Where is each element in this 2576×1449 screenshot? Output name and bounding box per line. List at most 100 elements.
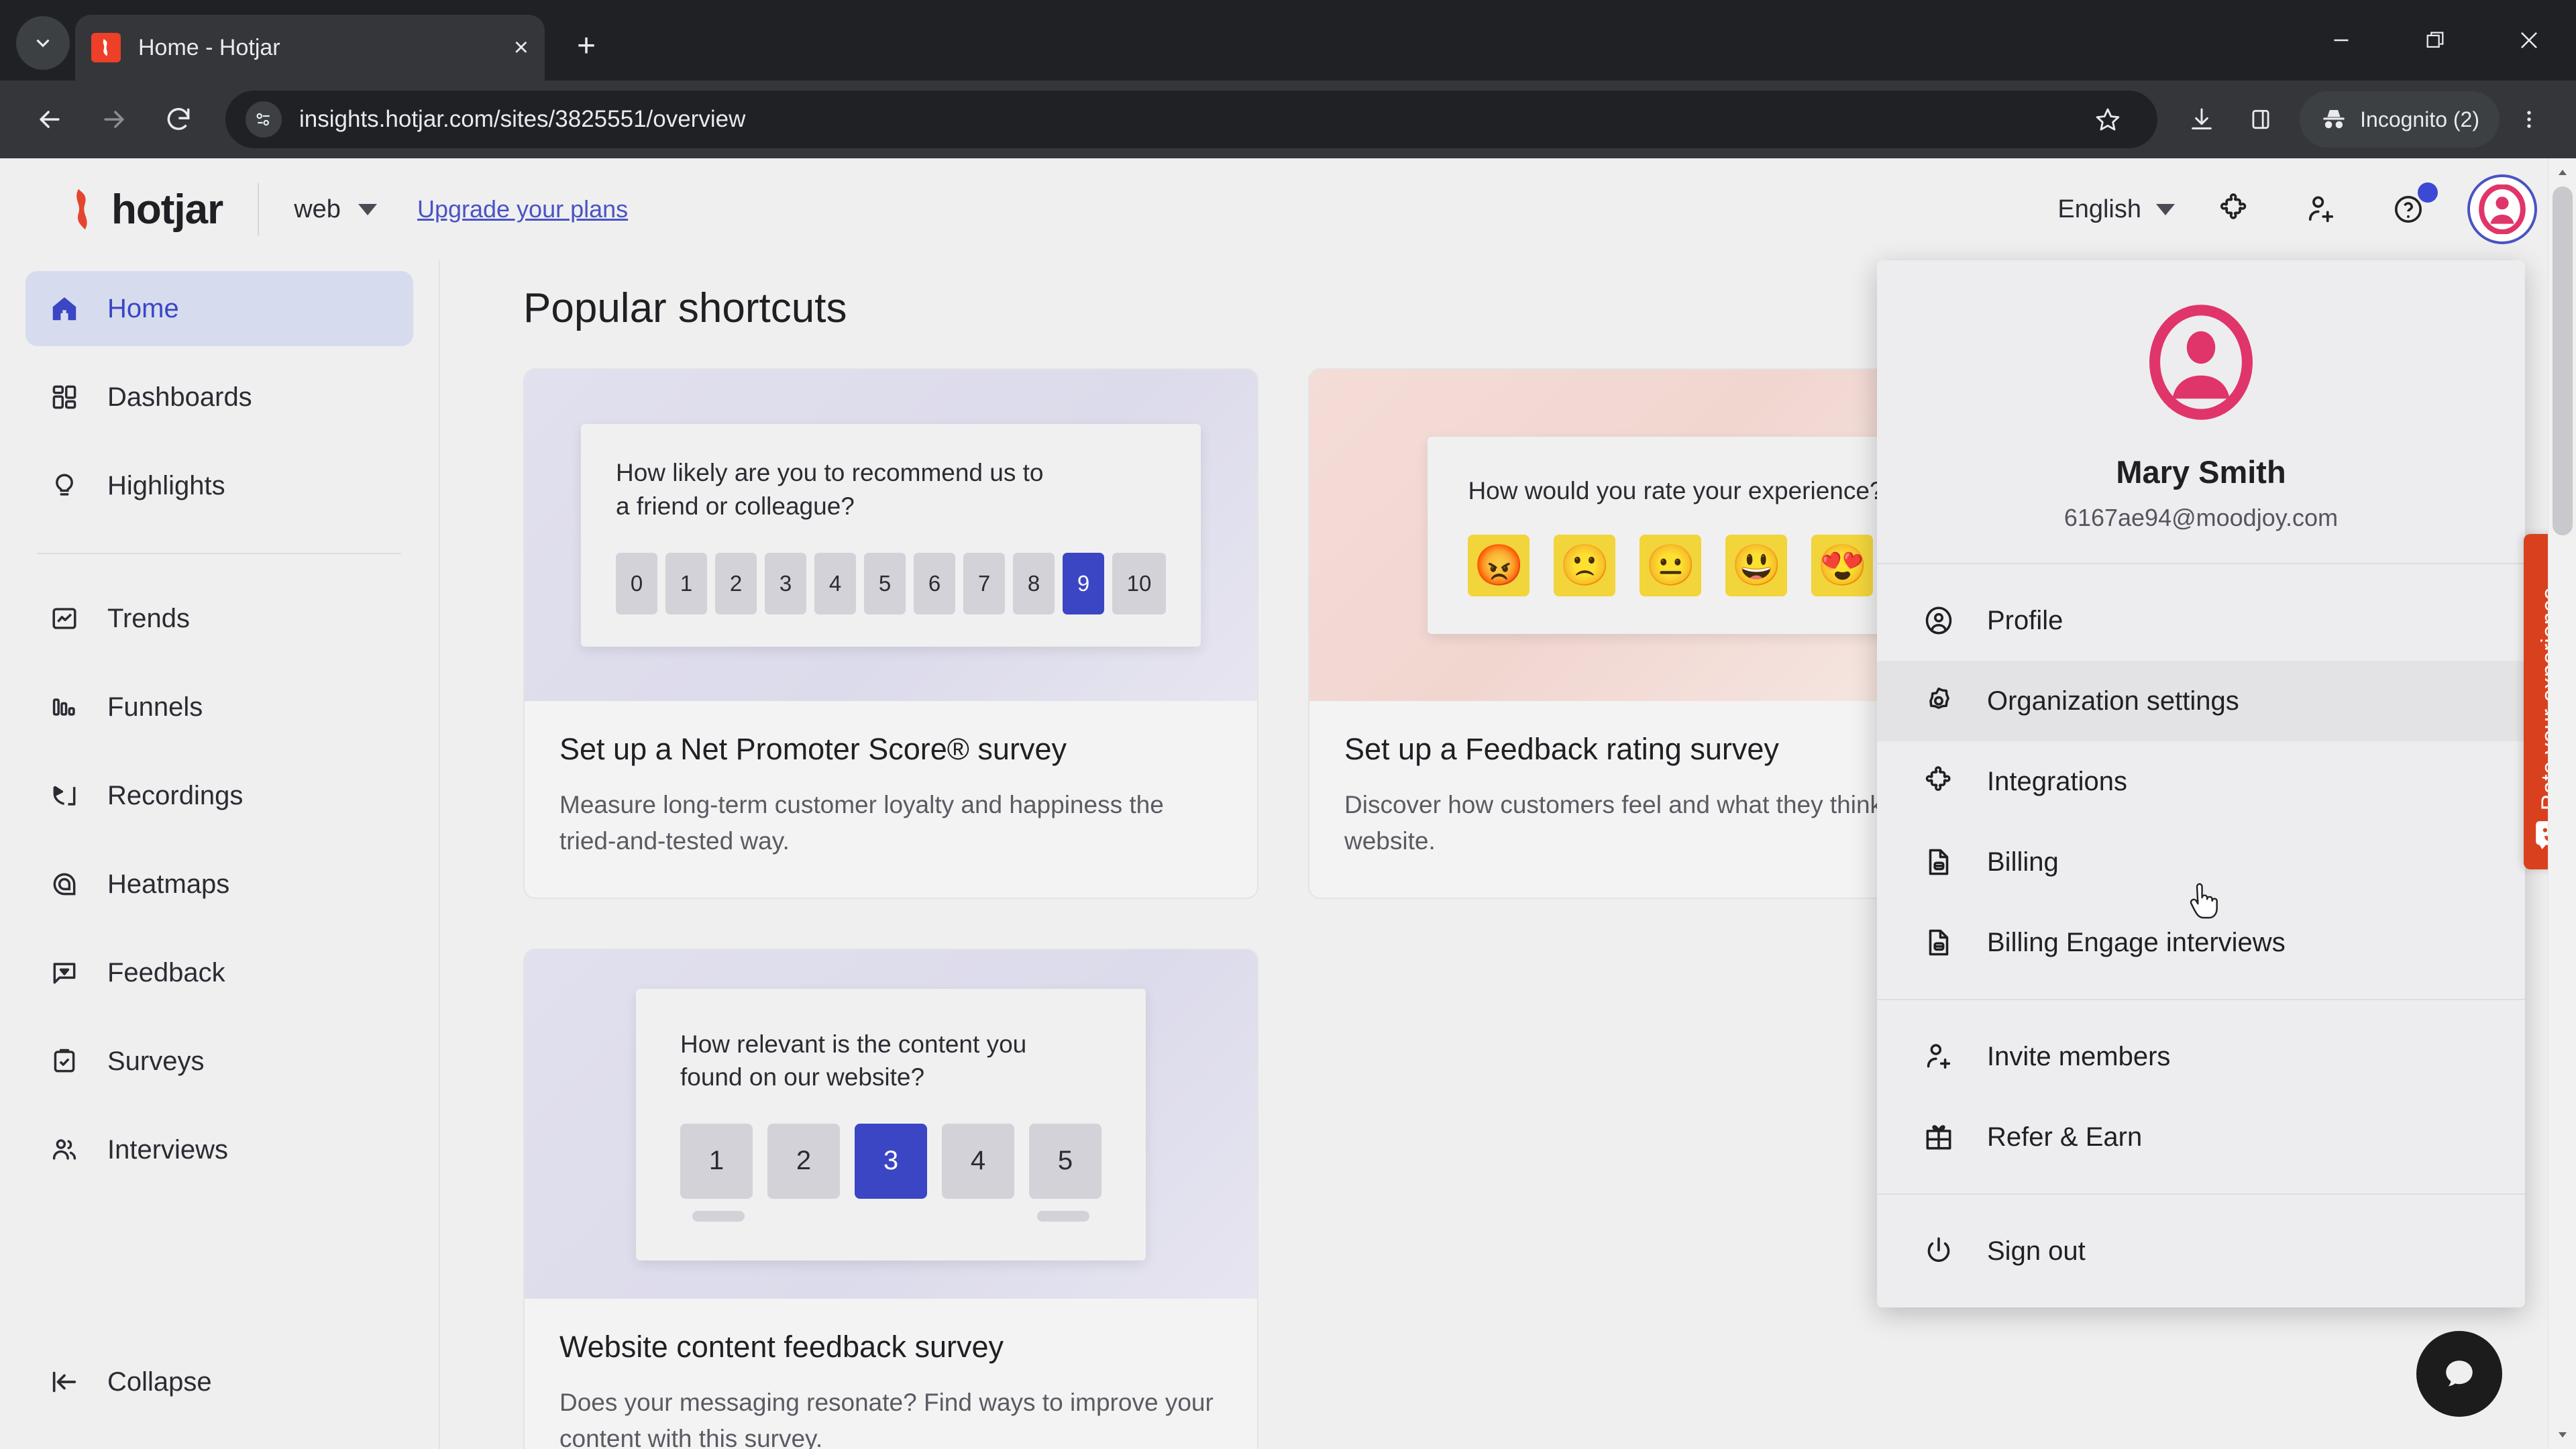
close-icon[interactable]: [2482, 0, 2576, 80]
site-info-icon[interactable]: [246, 101, 282, 138]
menu-item-billing[interactable]: Billing: [1877, 822, 2525, 902]
address-bar[interactable]: insights.hotjar.com/sites/3825551/overvi…: [225, 90, 2158, 149]
gear-icon: [1920, 682, 1957, 720]
scale-option[interactable]: 2: [715, 552, 757, 614]
scale-option[interactable]: 2: [767, 1123, 840, 1199]
sidebar-item-heatmaps[interactable]: Heatmaps: [25, 847, 413, 922]
tab-close-icon[interactable]: ×: [514, 35, 529, 60]
legend-bar-high: [1037, 1210, 1089, 1222]
scale-option[interactable]: 0: [616, 552, 657, 614]
card-body: Set up a Net Promoter Score® survey Meas…: [525, 701, 1257, 898]
invite-user-icon[interactable]: [2293, 181, 2349, 237]
download-icon[interactable]: [2172, 90, 2231, 149]
emoji-option[interactable]: 😍: [1811, 534, 1874, 596]
emoji-option[interactable]: 😃: [1725, 534, 1788, 596]
trends-icon: [47, 601, 82, 636]
card-description: Does your messaging resonate? Find ways …: [559, 1389, 1214, 1449]
side-panel-icon[interactable]: [2231, 90, 2290, 149]
maximize-icon[interactable]: [2388, 0, 2482, 80]
sidebar-item-trends[interactable]: Trends: [25, 581, 413, 656]
hotjar-app: hotjar web Upgrade your plans English Ho…: [0, 158, 2576, 1449]
page-scrollbar[interactable]: [2548, 158, 2576, 1449]
sidebar-item-dashboards[interactable]: Dashboards: [25, 360, 413, 435]
sidebar-collapse-button[interactable]: Collapse: [25, 1344, 413, 1419]
hotjar-logo[interactable]: hotjar: [64, 186, 223, 233]
incognito-profile-button[interactable]: Incognito (2): [2300, 91, 2500, 148]
menu-item-billing-engage-interviews[interactable]: Billing Engage interviews: [1877, 902, 2525, 983]
upgrade-plans-link[interactable]: Upgrade your plans: [417, 195, 628, 223]
card-hero: How relevant is the content you found on…: [525, 950, 1257, 1299]
sidebar-item-highlights[interactable]: Highlights: [25, 448, 413, 523]
billing-icon: [1920, 843, 1957, 881]
sidebar-divider: [38, 553, 401, 554]
card-nps-survey[interactable]: How likely are you to recommend us to a …: [523, 368, 1258, 900]
browser-tab[interactable]: Home - Hotjar ×: [75, 15, 545, 80]
scale-option-selected[interactable]: 9: [1063, 552, 1104, 614]
scale-option[interactable]: 1: [665, 552, 707, 614]
menu-item-sign-out[interactable]: Sign out: [1877, 1211, 2525, 1291]
chat-launcher-button[interactable]: [2416, 1331, 2502, 1417]
card-body: Website content feedback survey Does you…: [525, 1299, 1257, 1449]
menu-item-organization-settings[interactable]: Organization settings: [1877, 661, 2525, 741]
bookmark-star-icon[interactable]: [2078, 90, 2137, 149]
scale-option-selected[interactable]: 3: [855, 1123, 927, 1199]
sidebar-item-recordings[interactable]: Recordings: [25, 758, 413, 833]
hotjar-flame-icon: [76, 189, 87, 230]
new-tab-button[interactable]: +: [559, 19, 613, 72]
scroll-down-arrow[interactable]: [2548, 1421, 2576, 1449]
scale-option[interactable]: 7: [963, 552, 1005, 614]
menu-item-refer-and-earn[interactable]: Refer & Earn: [1877, 1097, 2525, 1177]
emoji-option[interactable]: 😐: [1640, 534, 1702, 596]
chrome-menu-icon[interactable]: [2500, 90, 2559, 149]
menu-item-label: Sign out: [1987, 1236, 2086, 1266]
site-selector[interactable]: web: [294, 195, 377, 224]
language-selector[interactable]: English: [2057, 195, 2175, 224]
sidebar-item-label: Dashboards: [107, 382, 252, 412]
header-actions: English: [2057, 174, 2537, 244]
minimize-icon[interactable]: [2294, 0, 2388, 80]
scale-option[interactable]: 4: [942, 1123, 1014, 1199]
menu-item-profile[interactable]: Profile: [1877, 580, 2525, 661]
collapse-icon: [47, 1364, 82, 1399]
funnels-icon: [47, 690, 82, 724]
card-website-content-feedback-survey[interactable]: How relevant is the content you found on…: [523, 949, 1258, 1449]
sidebar-item-label: Surveys: [107, 1046, 205, 1076]
sidebar-item-label: Home: [107, 293, 179, 323]
scale-option[interactable]: 4: [814, 552, 856, 614]
user-avatar-button[interactable]: [2467, 174, 2537, 244]
emoji-option[interactable]: 🙁: [1554, 534, 1616, 596]
scale-option[interactable]: 6: [914, 552, 955, 614]
content-feedback-widget-preview: How relevant is the content you found on…: [636, 988, 1146, 1260]
scale-option[interactable]: 8: [1013, 552, 1055, 614]
billing-icon: [1920, 924, 1957, 961]
scrollbar-thumb[interactable]: [2553, 186, 2573, 535]
scale-option[interactable]: 10: [1112, 552, 1166, 614]
scroll-up-arrow[interactable]: [2548, 158, 2576, 186]
sidebar-item-interviews[interactable]: Interviews: [25, 1112, 413, 1187]
gift-icon: [1920, 1118, 1957, 1156]
sidebar-item-feedback[interactable]: Feedback: [25, 935, 413, 1010]
menu-item-label: Billing Engage interviews: [1987, 927, 2286, 957]
scale-option[interactable]: 5: [1029, 1123, 1102, 1199]
back-icon[interactable]: [17, 87, 82, 152]
menu-item-invite-members[interactable]: Invite members: [1877, 1016, 2525, 1097]
help-icon[interactable]: [2380, 181, 2438, 237]
emoji-option[interactable]: 😡: [1468, 534, 1530, 596]
sidebar-item-label: Highlights: [107, 470, 225, 500]
scale-option[interactable]: 1: [680, 1123, 753, 1199]
forward-icon[interactable]: [82, 87, 146, 152]
menu-item-integrations[interactable]: Integrations: [1877, 741, 2525, 822]
user-menu-dropdown: Mary Smith 6167ae94@moodjoy.com Profile …: [1877, 260, 2525, 1307]
reload-icon[interactable]: [146, 87, 211, 152]
sidebar-item-surveys[interactable]: Surveys: [25, 1024, 413, 1099]
tab-search-button[interactable]: [16, 16, 70, 70]
integrations-puzzle-icon[interactable]: [2206, 181, 2262, 237]
feedback-widget-preview: How would you rate your experience? 😡 🙁 …: [1428, 437, 1924, 634]
sidebar-item-home[interactable]: Home: [25, 271, 413, 346]
card-description: Measure long-term customer loyalty and h…: [559, 791, 1164, 855]
sidebar-item-funnels[interactable]: Funnels: [25, 669, 413, 745]
scale-option[interactable]: 3: [765, 552, 806, 614]
browser-window: Home - Hotjar × + insights.hotjar.com/si…: [0, 0, 2576, 1449]
emoji-scale: 😡 🙁 😐 😃 😍: [1468, 534, 1883, 596]
scale-option[interactable]: 5: [864, 552, 906, 614]
